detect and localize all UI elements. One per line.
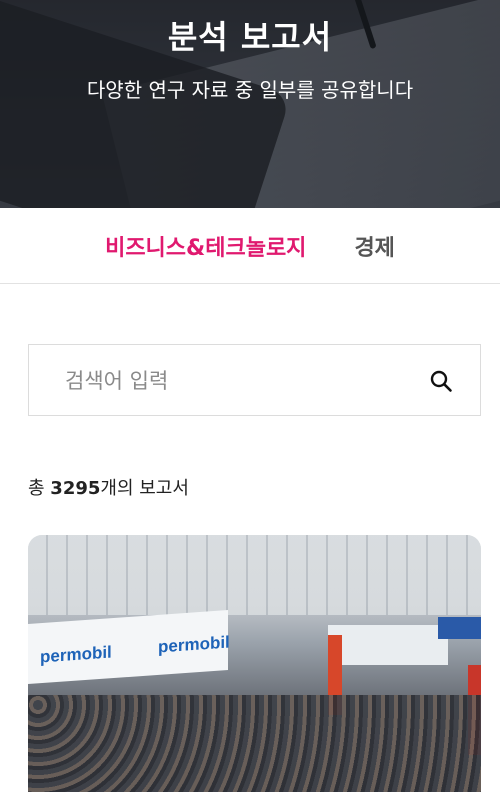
report-count-number: 3295	[50, 478, 101, 499]
search-box	[28, 344, 481, 416]
card-image-booth-right	[328, 625, 448, 665]
report-count: 총 3295개의 보고서	[28, 474, 189, 500]
tab-economy[interactable]: 경제	[354, 230, 394, 262]
search-button[interactable]	[425, 365, 457, 397]
card-image-roof	[28, 535, 481, 615]
page-subtitle: 다양한 연구 자료 중 일부를 공유합니다	[86, 78, 414, 102]
card-image-crowd	[28, 695, 481, 792]
report-card[interactable]: permobil permobil	[28, 535, 481, 792]
hero-banner: 분석 보고서 다양한 연구 자료 중 일부를 공유합니다	[0, 0, 500, 208]
card-image-sign	[438, 617, 481, 639]
search-input[interactable]	[65, 363, 405, 399]
page-title: 분석 보고서	[167, 18, 333, 56]
category-tabs: 비즈니스&테크놀로지 경제	[0, 208, 500, 284]
report-count-suffix: 개의 보고서	[100, 478, 189, 499]
report-count-prefix: 총	[28, 478, 51, 499]
tab-business-technology[interactable]: 비즈니스&테크놀로지	[105, 230, 306, 262]
search-icon	[430, 370, 452, 392]
